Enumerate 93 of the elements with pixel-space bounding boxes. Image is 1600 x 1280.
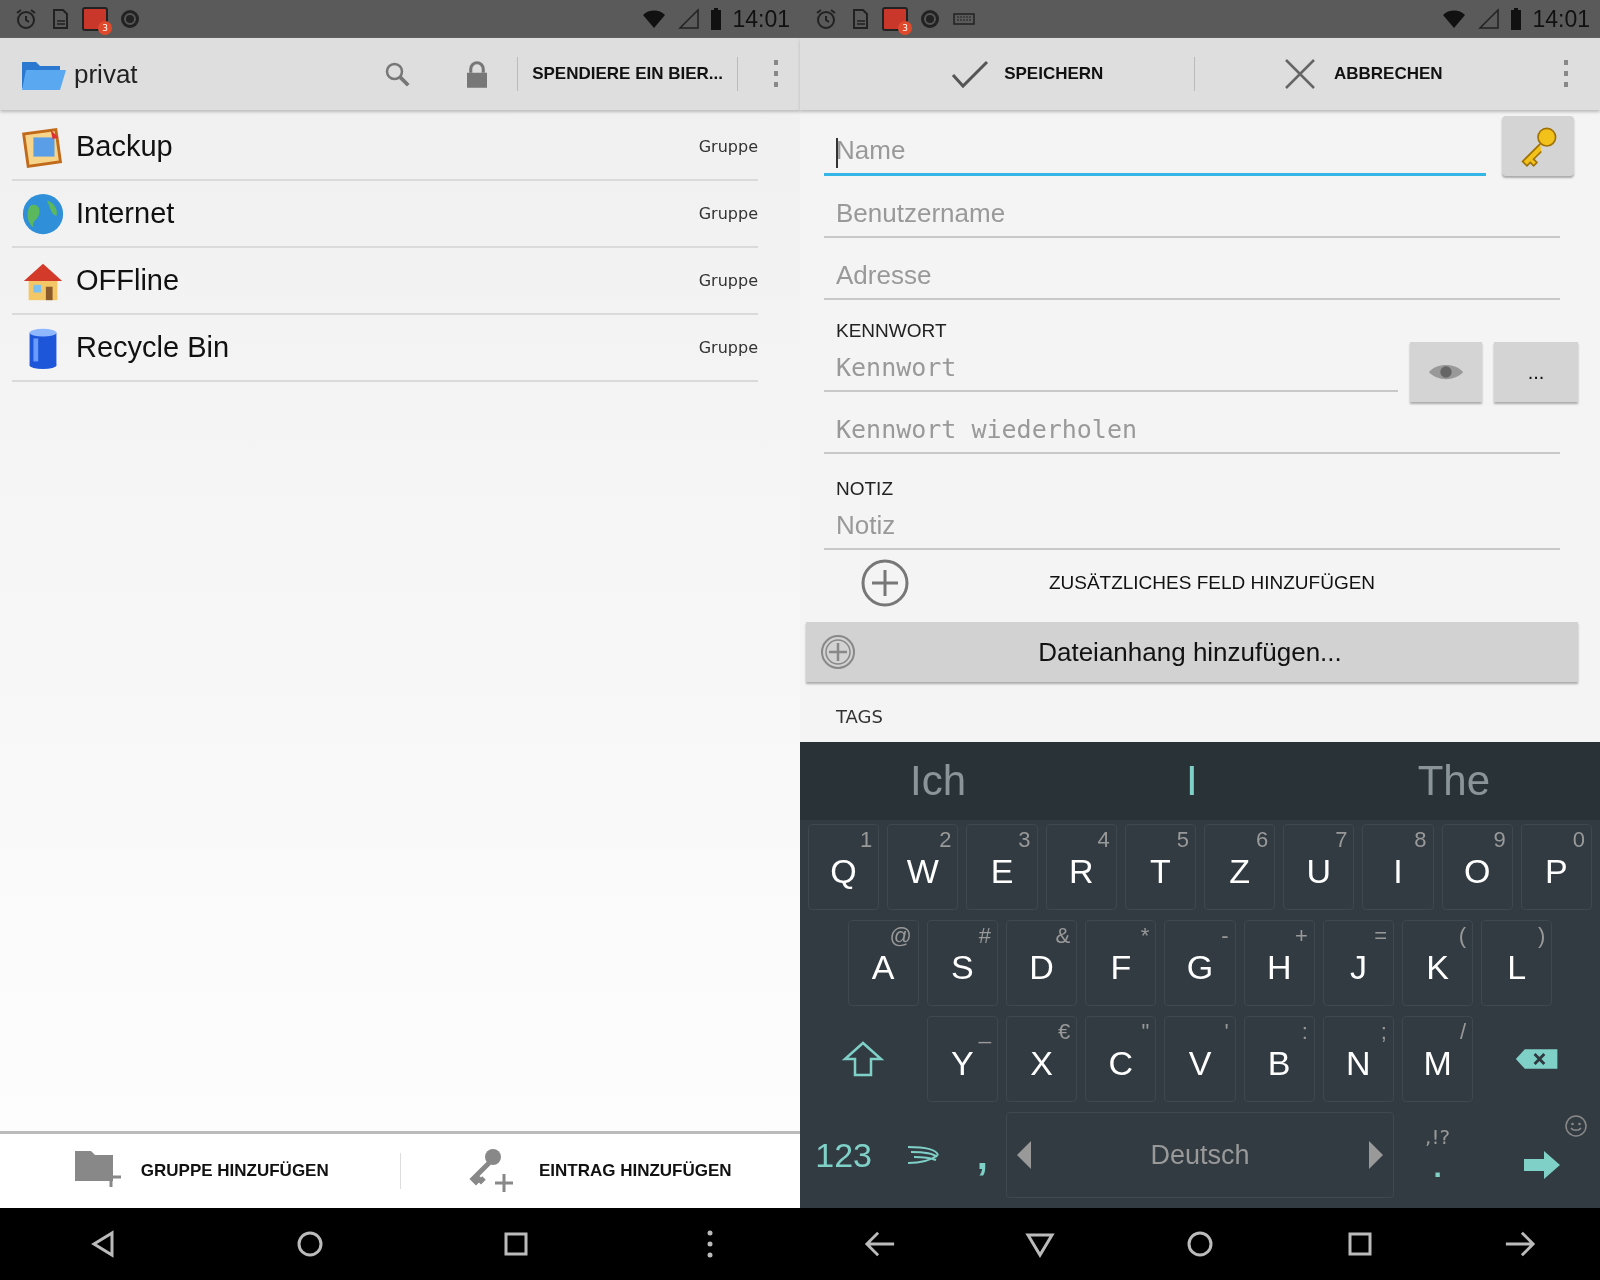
keyboard-key[interactable]: 1 Q (808, 824, 880, 910)
word-suggestion[interactable]: I (1186, 757, 1198, 805)
group-row[interactable]: Recycle Bin Gruppe (12, 315, 758, 382)
group-name: OFFline (76, 264, 180, 297)
keyboard-key[interactable]: 2 W (887, 824, 959, 910)
overflow-menu-icon[interactable] (772, 59, 780, 89)
sync-icon (918, 7, 942, 31)
keyboard-key[interactable]: 3 E (966, 824, 1038, 910)
input-field[interactable]: Adresse (824, 252, 1560, 300)
sync-icon (118, 7, 142, 31)
forward-arrow-icon[interactable] (1504, 1229, 1536, 1259)
clock-time: 14:01 (732, 5, 790, 33)
keyboard-key[interactable]: 4 R (1045, 824, 1117, 910)
smiley-icon[interactable] (1564, 1114, 1588, 1138)
keyboard-key[interactable]: = J (1322, 920, 1394, 1006)
group-type: Gruppe (698, 338, 758, 357)
keyboard-key[interactable]: 5 T (1124, 824, 1196, 910)
keyboard-key[interactable]: # S (926, 920, 998, 1006)
word-suggestion[interactable]: The (1417, 757, 1490, 805)
keyboard-key[interactable]: & D (1006, 920, 1078, 1006)
donate-button[interactable]: SPENDIERE EIN BIER... (518, 64, 737, 84)
section-label: KENNWORT (835, 320, 948, 342)
right-arrow-icon[interactable] (1369, 1141, 1383, 1169)
input-field[interactable]: Kennwort (824, 344, 1398, 392)
swipe-icon[interactable] (905, 1144, 940, 1166)
show-password-button[interactable] (1410, 342, 1482, 402)
group-name: Backup (76, 130, 173, 163)
keyboard-key[interactable]: @ A (847, 920, 919, 1006)
keyboard-key[interactable]: _ Y (926, 1016, 998, 1102)
keyboard-key[interactable]: ; N (1322, 1016, 1394, 1102)
alarm-icon (14, 7, 38, 31)
keyboard-key[interactable]: 0 P (1520, 824, 1592, 910)
section-label: TAGS (835, 706, 884, 727)
back-arrow-icon[interactable] (864, 1229, 896, 1259)
input-field[interactable]: Notiz (824, 502, 1560, 550)
signal-icon (676, 7, 701, 31)
input-field[interactable]: Kennwort wiederholen (824, 406, 1560, 454)
keyboard-key[interactable]: : B (1243, 1016, 1315, 1102)
numbers-key[interactable]: 123 (808, 1112, 880, 1198)
group-row[interactable]: OFFline Gruppe (12, 248, 758, 315)
text-cursor-icon (836, 138, 838, 168)
keyboard-key[interactable]: ' V (1164, 1016, 1236, 1102)
enter-arrow-icon[interactable] (1522, 1150, 1562, 1180)
alarm-icon (814, 7, 838, 31)
group-row[interactable]: Backup Gruppe (12, 114, 758, 181)
group-name: Recycle Bin (76, 331, 230, 364)
keyboard-key[interactable]: * F (1085, 920, 1157, 1006)
keyboard-key[interactable]: / M (1402, 1016, 1474, 1102)
save-button[interactable]: SPEICHERN (860, 38, 1194, 110)
clock-time: 14:01 (1532, 5, 1590, 33)
signal-icon (1476, 7, 1501, 31)
add-circle-icon (820, 634, 856, 670)
add-entry-button[interactable]: EINTRAG HINZUFÜGEN (400, 1134, 800, 1208)
battery-icon (1510, 7, 1523, 31)
keyboard-key[interactable]: - G (1164, 920, 1236, 1006)
input-field[interactable]: Name (824, 128, 1486, 176)
checkmark-icon (950, 59, 991, 89)
add-circle-icon[interactable] (860, 558, 910, 608)
group-row[interactable]: Internet Gruppe (12, 181, 758, 248)
cancel-button[interactable]: ABBRECHEN (1194, 38, 1528, 110)
menu-icon[interactable] (706, 1229, 713, 1259)
add-field-button[interactable]: ZUSÄTZLICHES FELD HINZUFÜGEN (910, 571, 1578, 595)
word-suggestion[interactable]: Ich (910, 757, 966, 805)
add-attachment-button[interactable]: Dateianhang hinzufügen... (806, 622, 1578, 682)
more-button[interactable]: ... (1494, 342, 1578, 402)
generate-key-button[interactable] (1502, 116, 1574, 176)
group-type: Gruppe (698, 271, 758, 290)
comma-key[interactable]: , (966, 1112, 998, 1198)
keyboard-key[interactable]: + H (1243, 920, 1315, 1006)
overflow-menu-icon[interactable] (1562, 59, 1570, 89)
battery-icon (710, 7, 723, 31)
left-arrow-icon[interactable] (1017, 1141, 1031, 1169)
keyboard-key[interactable]: 9 O (1441, 824, 1513, 910)
space-bar[interactable]: Deutsch (1006, 1112, 1394, 1198)
shift-icon[interactable] (841, 1041, 886, 1077)
section-label: NOTIZ (835, 478, 894, 500)
period-key[interactable]: . (1427, 1149, 1448, 1185)
group-type: Gruppe (698, 137, 758, 156)
group-type: Gruppe (698, 204, 758, 223)
keyboard-key[interactable]: 6 Z (1204, 824, 1276, 910)
keyboard-key[interactable]: " C (1085, 1016, 1157, 1102)
app-title: privat (74, 58, 138, 90)
input-field[interactable]: Benutzername (824, 190, 1560, 238)
add-group-button[interactable]: GRUPPE HINZUFÜGEN (0, 1134, 400, 1208)
keyboard-key[interactable]: 8 I (1362, 824, 1434, 910)
notification-count: 3 (898, 21, 912, 35)
keyboard-key[interactable]: ( K (1402, 920, 1474, 1006)
group-name: Internet (76, 197, 175, 230)
notification-count: 3 (98, 21, 112, 35)
keyboard-key[interactable]: € X (1006, 1016, 1078, 1102)
keyboard-key[interactable]: ) L (1481, 920, 1553, 1006)
keyboard-key[interactable]: 7 U (1283, 824, 1355, 910)
key-hint: ,!? (1425, 1125, 1451, 1149)
